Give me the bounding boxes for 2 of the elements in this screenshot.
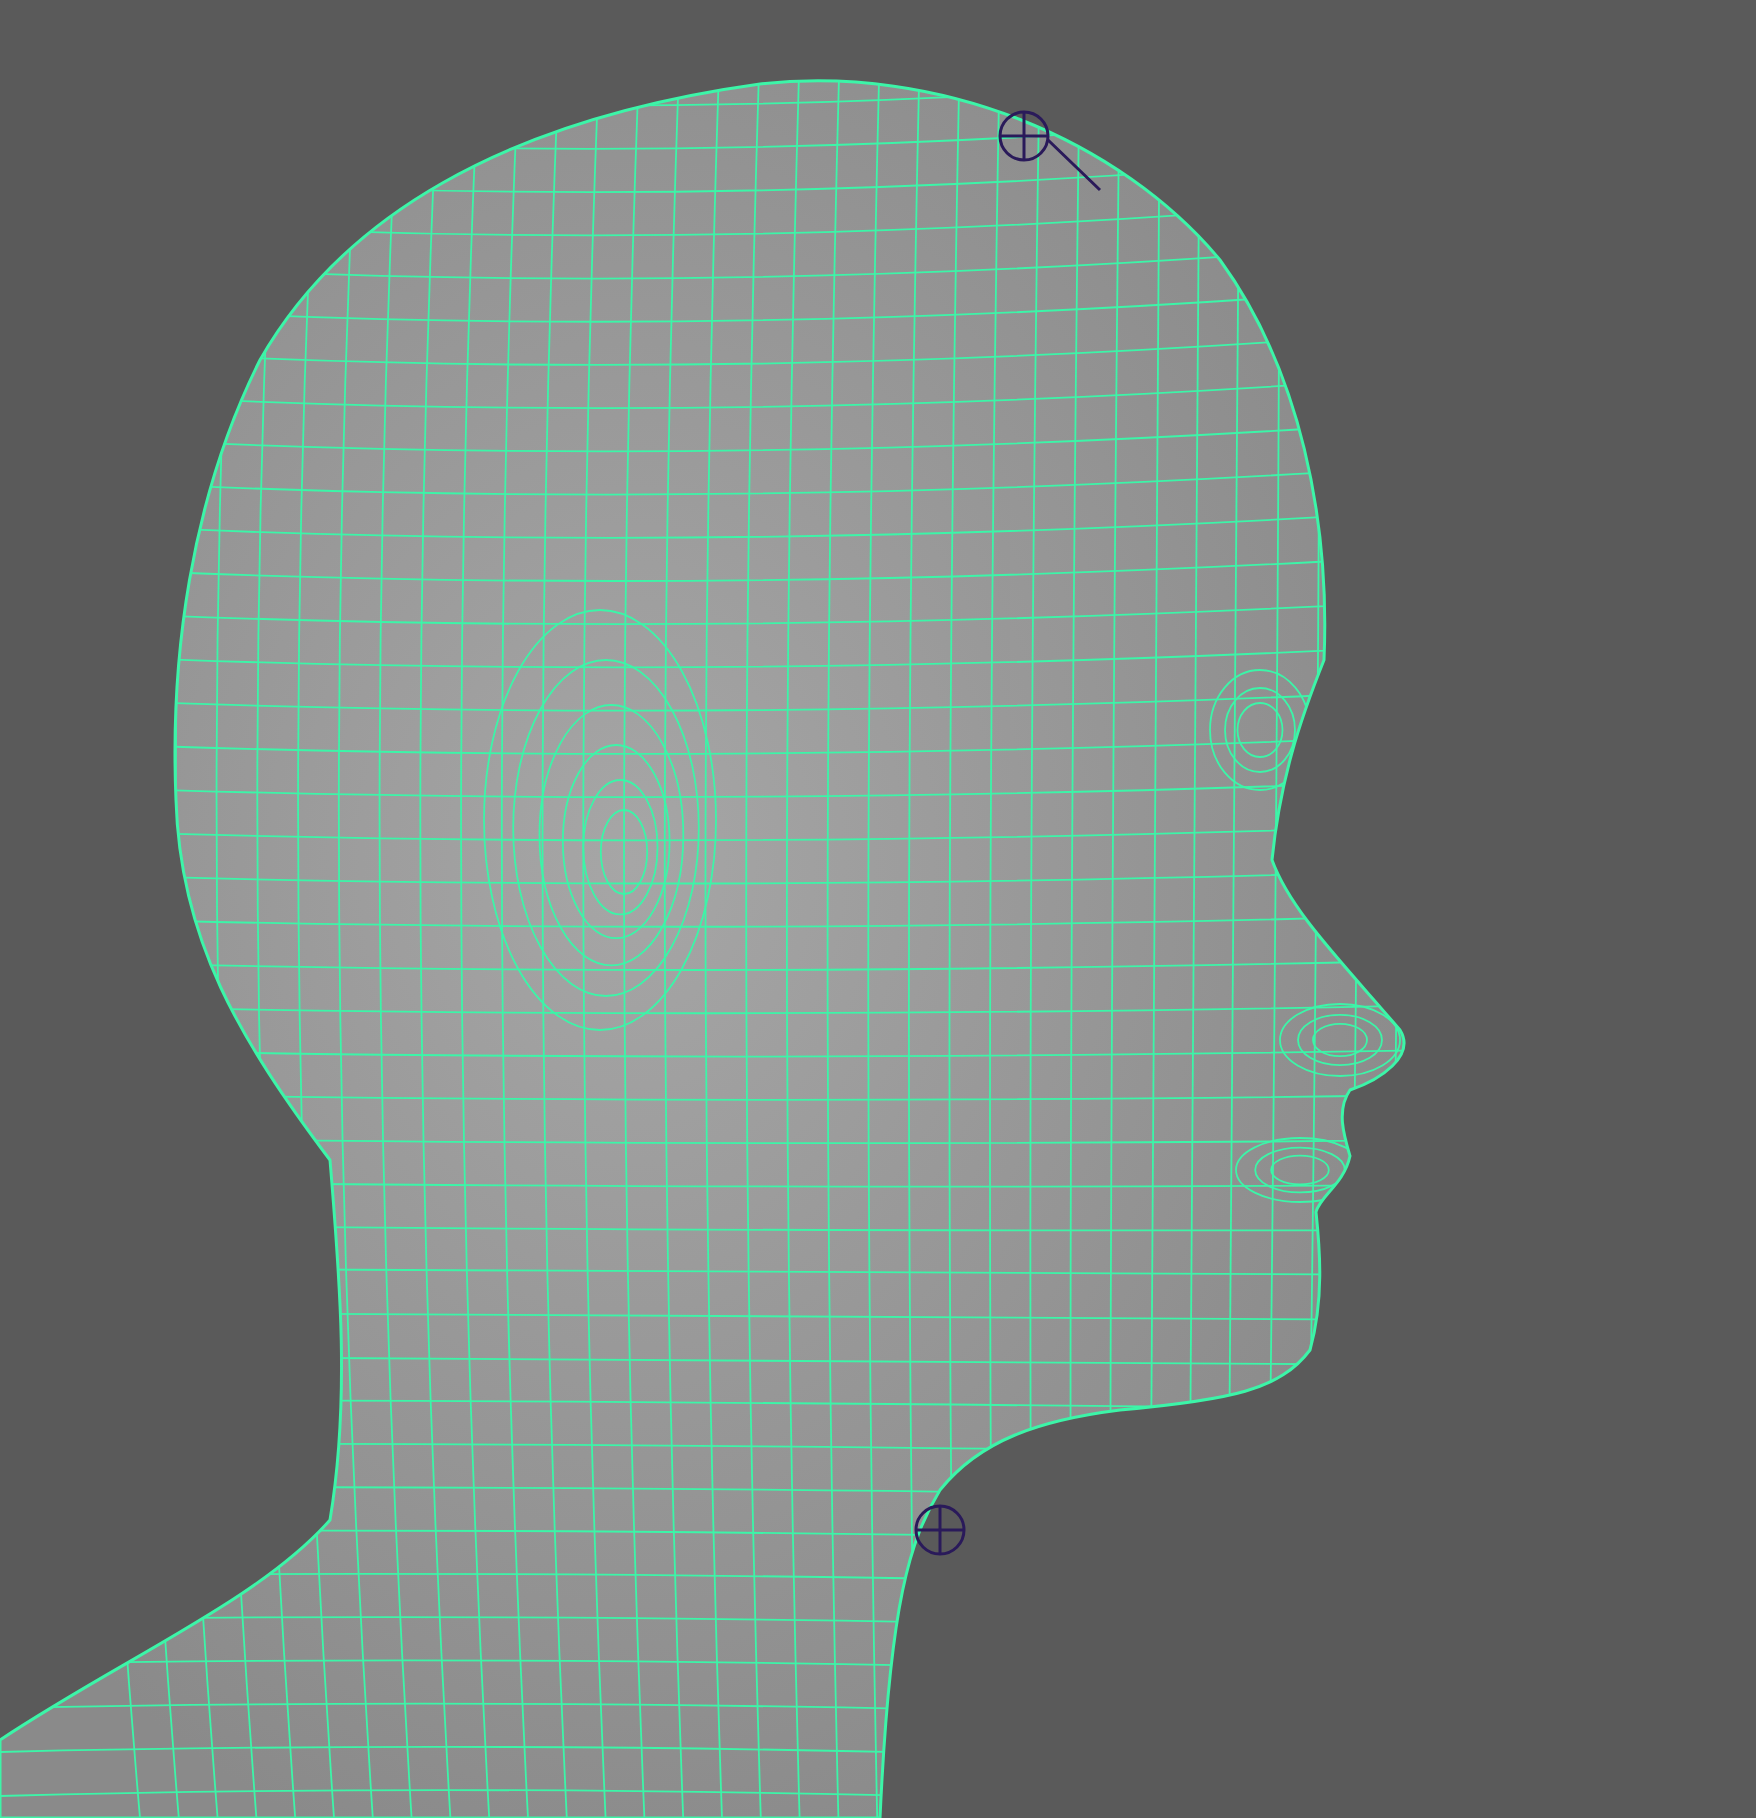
joint-icon[interactable] <box>998 110 1102 192</box>
joint-icon[interactable] <box>914 1504 966 1556</box>
